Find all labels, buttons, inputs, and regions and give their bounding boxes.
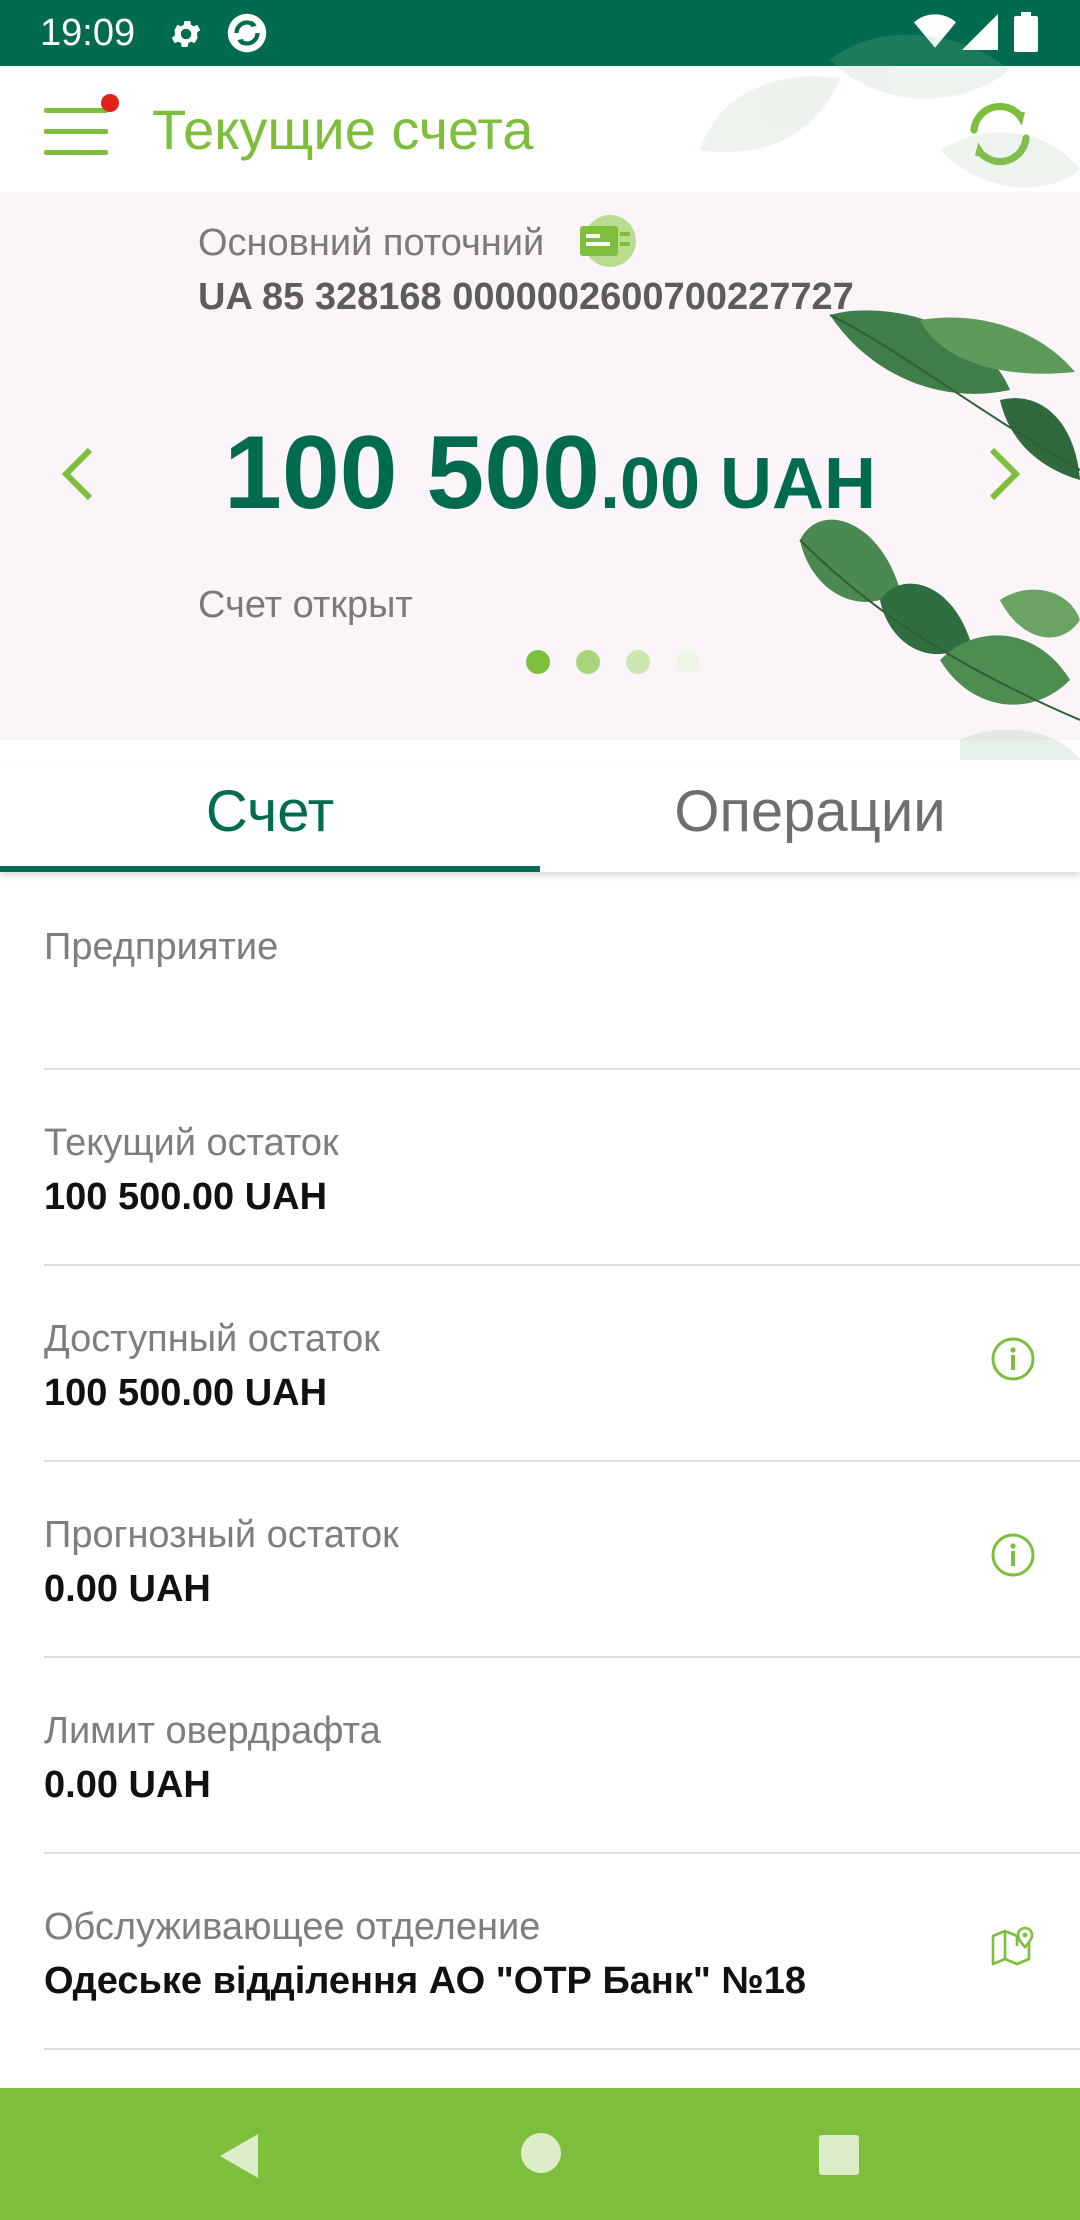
detail-row-available-balance: Доступный остаток 100 500.00 UAH <box>44 1266 1080 1462</box>
notification-dot <box>101 94 119 112</box>
battery-icon <box>1014 12 1038 52</box>
info-icon[interactable] <box>988 1530 1038 1580</box>
sync-app-icon <box>227 13 267 53</box>
detail-row-service-branch: Обслуживающее отделение Одеське відділен… <box>44 1854 1080 2050</box>
detail-row-overdraft-limit: Лимит овердрафта 0.00 UAH <box>44 1658 1080 1854</box>
tab-operations[interactable]: Операции <box>540 762 1080 872</box>
cell-signal-icon <box>962 14 998 50</box>
page-dot <box>576 650 600 674</box>
page-indicator <box>526 650 706 676</box>
next-account-chevron-icon[interactable] <box>976 442 1032 506</box>
detail-label: Прогнозный остаток <box>44 1514 399 1556</box>
balance-integer: 100 500 <box>224 415 600 531</box>
account-iban: UA 85 328168 0000002600700227727 <box>198 276 854 318</box>
detail-value: 0.00 UAH <box>44 1568 211 1610</box>
hamburger-menu-icon <box>44 108 108 113</box>
home-circle-icon[interactable] <box>520 2132 562 2174</box>
hamburger-line <box>44 129 108 134</box>
previous-account-chevron-icon[interactable] <box>50 442 106 506</box>
account-name: Основний поточний <box>198 222 545 264</box>
tab-active-indicator <box>0 866 540 872</box>
info-icon[interactable] <box>988 1334 1038 1384</box>
detail-label: Лимит овердрафта <box>44 1710 381 1752</box>
page-dot-active <box>526 650 550 674</box>
detail-row-current-balance: Текущий остаток 100 500.00 UAH <box>44 1070 1080 1266</box>
detail-value: Одеське відділення АО "ОТР Банк" №18 <box>44 1960 807 2002</box>
refresh-icon[interactable] <box>960 94 1040 174</box>
detail-value: 100 500.00 UAH <box>44 1372 328 1414</box>
recent-apps-square-icon[interactable] <box>818 2134 860 2176</box>
system-navigation-bar <box>0 2088 1080 2220</box>
detail-value: 0.00 UAH <box>44 1764 211 1806</box>
page-dot <box>676 650 700 674</box>
tab-account[interactable]: Счет <box>0 762 540 872</box>
detail-row-forecast-balance: Прогнозный остаток 0.00 UAH <box>44 1462 1080 1658</box>
settings-gear-icon <box>171 20 201 48</box>
status-time: 19:09 <box>40 12 136 54</box>
wifi-icon <box>914 14 956 48</box>
account-card-icon <box>580 215 636 267</box>
detail-label: Доступный остаток <box>44 1318 380 1360</box>
account-status: Счет открыт <box>198 584 413 626</box>
tab-bar: Счет Операции <box>0 762 1080 872</box>
detail-row-company: Предприятие <box>44 874 1080 1070</box>
page-dot <box>626 650 650 674</box>
app-bar: Текущие счета <box>0 66 1080 192</box>
balance-decimal-currency: .00 UAH <box>599 444 877 524</box>
hamburger-menu-button[interactable] <box>42 94 122 164</box>
detail-label: Текущий остаток <box>44 1122 339 1164</box>
account-balance: 100 500.00 UAH <box>224 418 876 559</box>
detail-label: Обслуживающее отделение <box>44 1906 541 1948</box>
status-bar: 19:09 <box>0 0 1080 66</box>
detail-label: Предприятие <box>44 926 279 968</box>
back-triangle-icon[interactable] <box>216 2132 262 2180</box>
page-title: Текущие счета <box>152 98 534 161</box>
detail-value: 100 500.00 UAH <box>44 1176 328 1218</box>
hamburger-line <box>44 150 108 155</box>
map-pin-icon[interactable] <box>988 1922 1038 1972</box>
account-card[interactable]: Основний поточний UA 85 328168 000000260… <box>0 192 1080 740</box>
